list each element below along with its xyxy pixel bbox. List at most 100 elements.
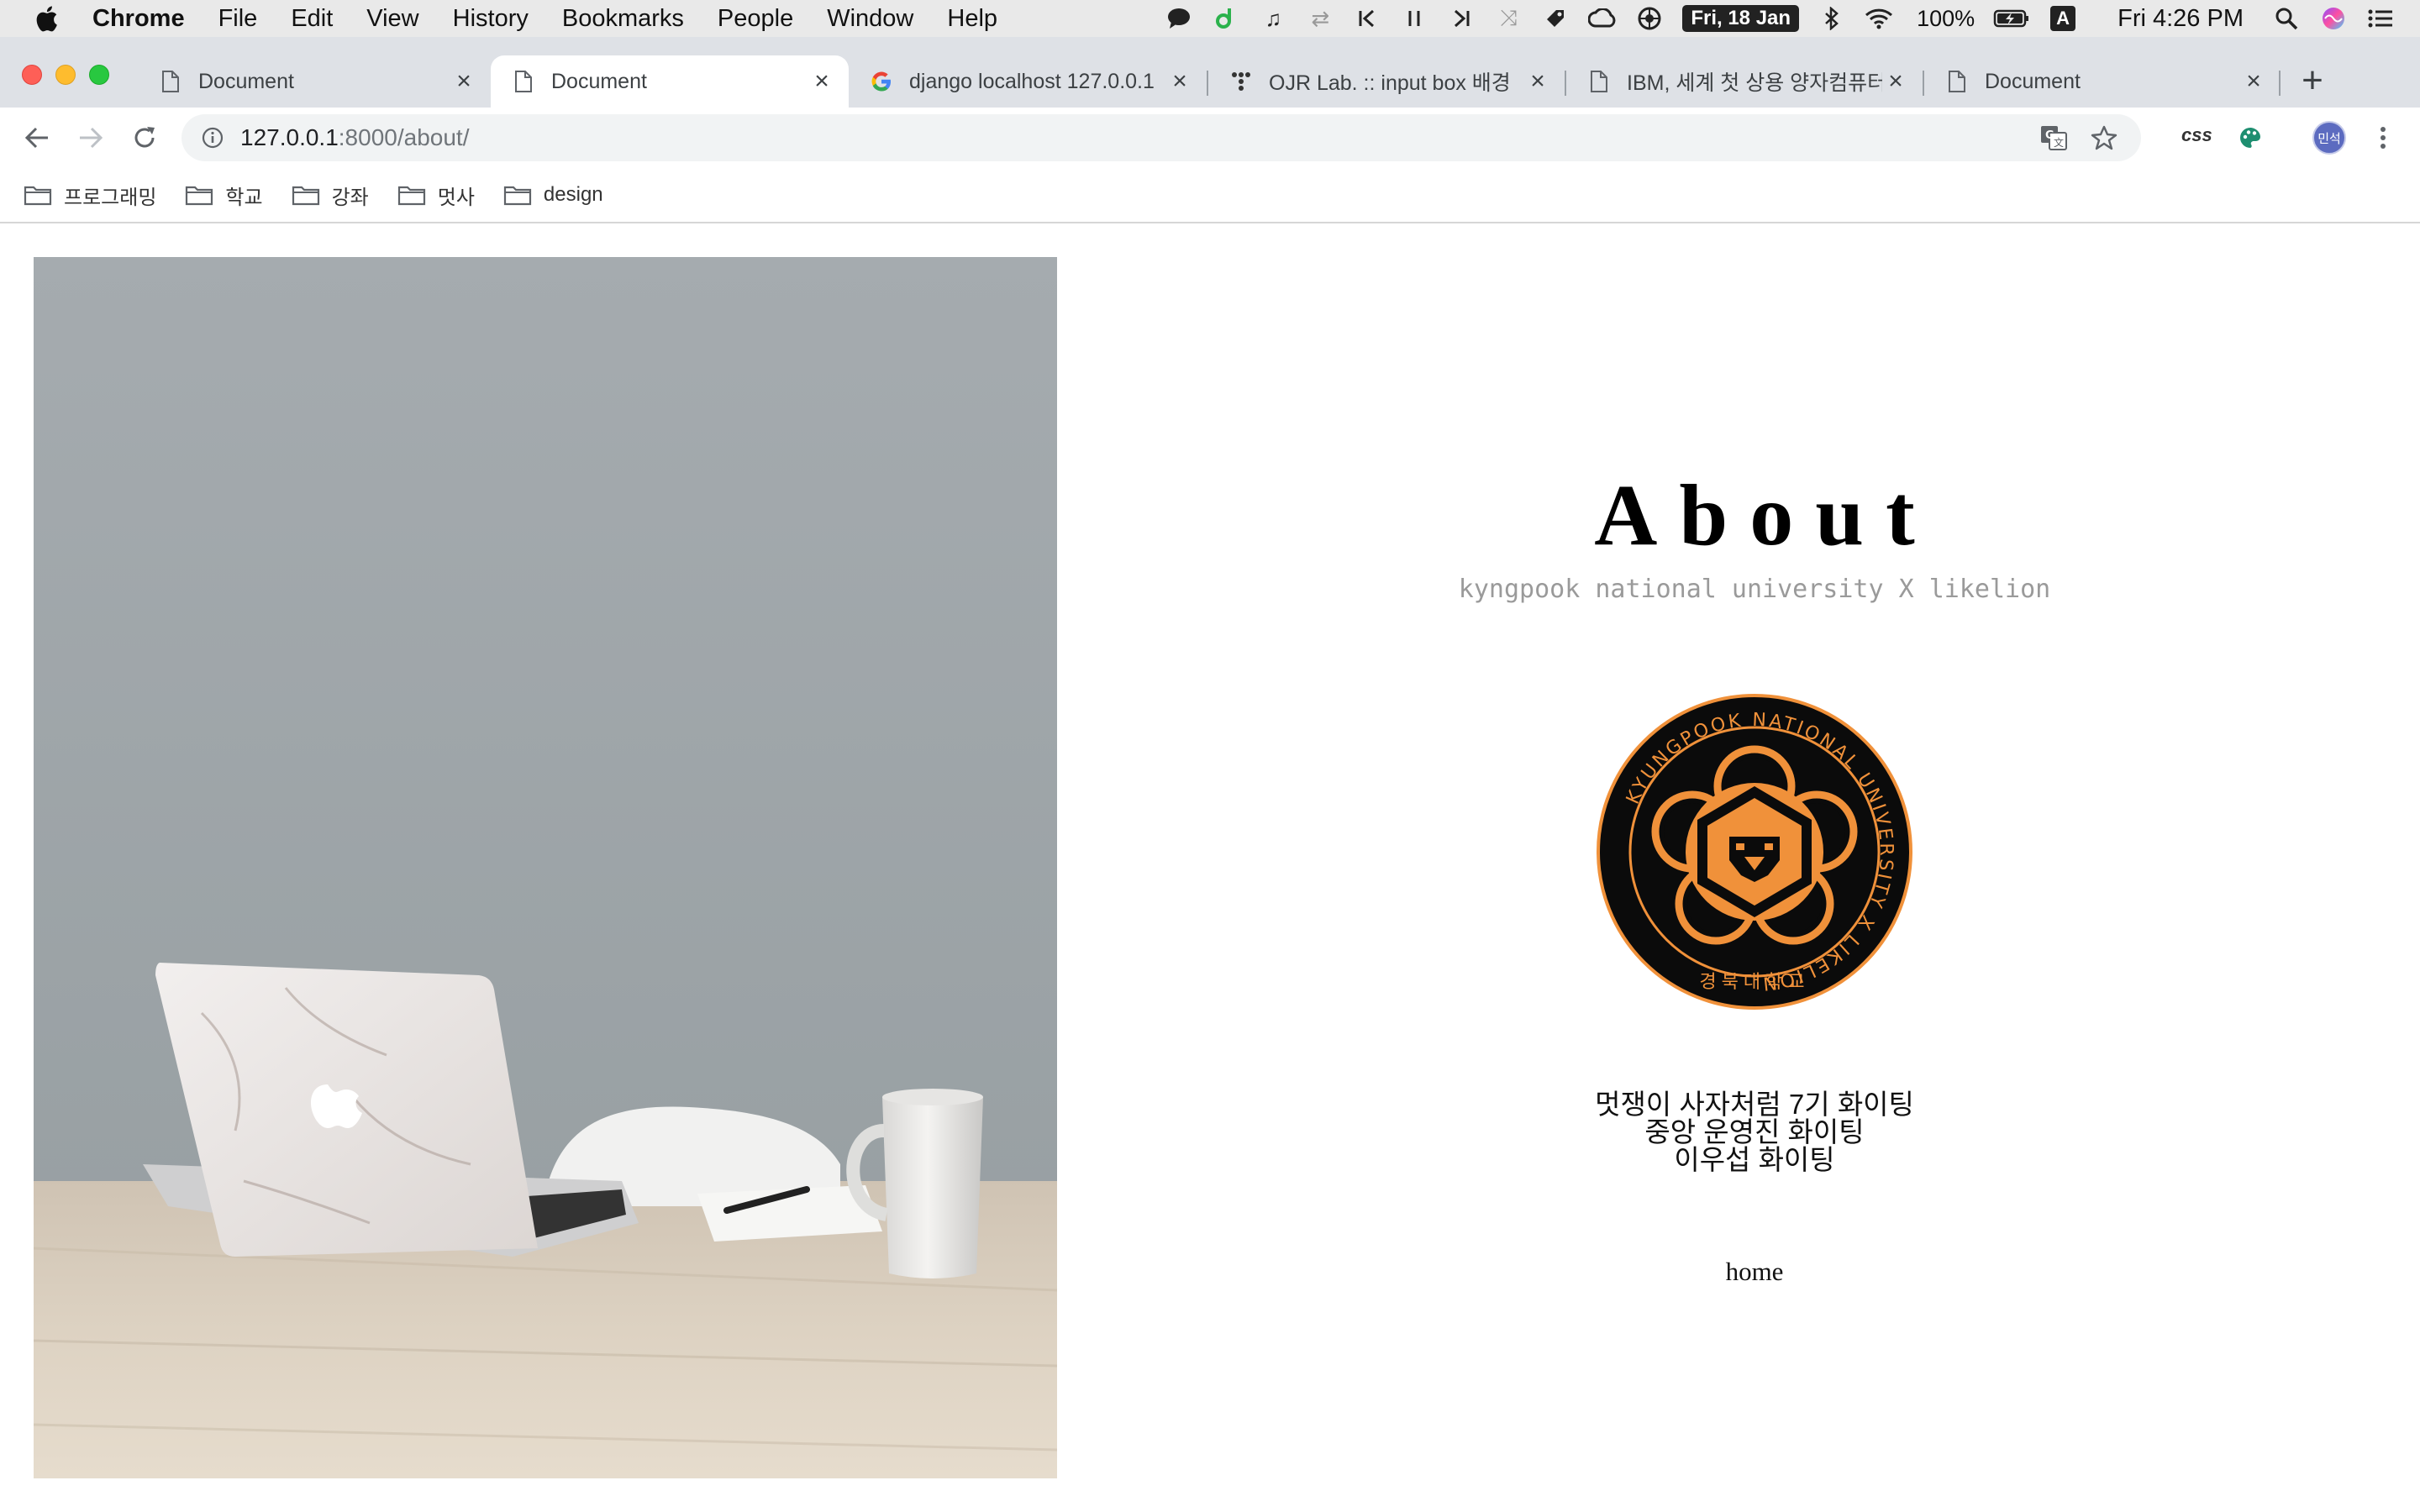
tab-close-icon[interactable]: × <box>1882 67 1909 95</box>
folder-icon <box>503 186 532 206</box>
reload-button[interactable] <box>126 119 163 156</box>
translate-icon[interactable]: G文 <box>2040 125 2067 150</box>
page-icon <box>511 69 536 94</box>
tab-close-icon[interactable]: × <box>808 67 835 95</box>
url-text[interactable]: 127.0.0.1:8000/about/ <box>240 124 469 151</box>
tab-separator <box>2279 71 2281 96</box>
svg-text:文: 文 <box>2054 136 2064 149</box>
bookmark-folder-design[interactable]: design <box>503 183 603 207</box>
page-title: About <box>1594 467 1937 564</box>
bookmark-folder-programming[interactable]: 프로그래밍 <box>24 181 156 210</box>
cheer-line: 멋쟁이 사자처럼 7기 화이팅 <box>1595 1089 1914 1120</box>
window-close-button[interactable] <box>22 65 42 85</box>
css-extension-button[interactable]: css <box>2181 124 2212 146</box>
menu-view[interactable]: View <box>366 5 418 33</box>
bookmarks-bar: 프로그래밍 학교 강좌 멋사 design <box>0 168 2420 223</box>
notification-center-icon[interactable] <box>2366 6 2395 31</box>
tab-ojr-lab[interactable]: OJR Lab. :: input box 배경 × <box>1208 55 1565 108</box>
tab-title: OJR Lab. :: input box 배경 <box>1269 71 1511 95</box>
page-viewport: About kyngpook national university X lik… <box>0 223 2420 1512</box>
bookmark-label: 강좌 <box>331 186 369 209</box>
page-icon <box>1944 69 1970 94</box>
pause-icon[interactable] <box>1400 6 1428 31</box>
previous-track-icon[interactable] <box>1353 6 1381 31</box>
bookmark-folder-likelion[interactable]: 멋사 <box>397 181 475 210</box>
bookmark-folder-school[interactable]: 학교 <box>185 181 263 210</box>
hero-photo-laptop-desk <box>34 257 1057 1478</box>
site-info-icon[interactable] <box>200 125 225 150</box>
back-button[interactable] <box>18 119 55 156</box>
bookmark-label: 학교 <box>225 186 263 209</box>
palette-extension-icon[interactable] <box>2232 119 2269 156</box>
bookmark-label: design <box>543 183 603 206</box>
lyrics-icon[interactable]: ♫ <box>1259 6 1287 31</box>
tab-close-icon[interactable]: × <box>1524 67 1551 95</box>
window-minimize-button[interactable] <box>55 65 76 85</box>
music-status-icon[interactable] <box>1212 6 1240 31</box>
folder-icon <box>24 186 52 206</box>
battery-percent[interactable]: 100% <box>1917 6 1975 32</box>
tistory-icon <box>1228 69 1254 94</box>
chrome-menu-icon[interactable] <box>2365 119 2402 156</box>
battery-charging-icon[interactable] <box>1993 6 2030 31</box>
menu-window[interactable]: Window <box>827 5 913 33</box>
input-source-badge[interactable]: A <box>2050 6 2076 31</box>
tab-title: Document <box>551 69 647 93</box>
google-icon <box>869 69 894 94</box>
bookmark-label: 멋사 <box>437 186 475 209</box>
siri-icon[interactable] <box>2319 6 2348 31</box>
tab-django-search[interactable]: django localhost 127.0.0.1 × <box>849 55 1207 108</box>
repeat-icon[interactable]: ⇄ <box>1306 6 1334 31</box>
folder-icon <box>186 186 213 206</box>
menu-app-name[interactable]: Chrome <box>92 5 185 33</box>
tab-document-3[interactable]: Document × <box>1924 55 2281 108</box>
menu-help[interactable]: Help <box>947 5 997 33</box>
profile-avatar[interactable]: 민석 <box>2312 121 2346 155</box>
shuffle-icon[interactable]: ⤨ <box>1494 5 1523 31</box>
spotlight-search-icon[interactable] <box>2272 6 2301 31</box>
date-badge[interactable]: Fri, 18 Jan <box>1682 5 1800 32</box>
menubar-clock[interactable]: Fri 4:26 PM <box>2118 5 2244 33</box>
tab-close-icon[interactable]: × <box>2240 67 2267 95</box>
macos-menu-bar: Chrome File Edit View History Bookmarks … <box>0 0 2420 37</box>
tab-ibm-news[interactable]: IBM, 세계 첫 상용 양자컴퓨터 × <box>1566 55 1923 108</box>
apple-logo-icon[interactable] <box>34 4 59 33</box>
tab-close-icon[interactable]: × <box>450 67 477 95</box>
wifi-icon[interactable] <box>1865 6 1893 31</box>
new-tab-button[interactable]: + <box>2294 60 2331 101</box>
menu-bookmarks[interactable]: Bookmarks <box>562 5 684 33</box>
page-icon <box>158 69 183 94</box>
forward-button[interactable] <box>72 119 109 156</box>
tab-document-active[interactable]: Document × <box>491 55 849 108</box>
chat-bubble-icon[interactable] <box>1165 6 1193 31</box>
address-bar[interactable]: 127.0.0.1:8000/about/ G文 <box>182 114 2141 161</box>
tab-title: Document <box>198 69 294 93</box>
aperture-icon[interactable] <box>1635 6 1664 31</box>
window-zoom-button[interactable] <box>89 65 109 85</box>
creative-cloud-icon[interactable] <box>1588 6 1617 31</box>
folder-icon <box>397 186 425 206</box>
menu-file[interactable]: File <box>218 5 258 33</box>
home-link[interactable]: home <box>1670 1257 1839 1287</box>
browser-toolbar: 127.0.0.1:8000/about/ G文 css 민석 <box>0 108 2420 168</box>
kyungpook-likelion-emblem: KYUNGPOOK NATIONAL UNIVERSITY X LIKELION… <box>1597 694 1912 1010</box>
bookmark-star-icon[interactable] <box>2091 124 2118 151</box>
menu-edit[interactable]: Edit <box>291 5 333 33</box>
url-path: :8000/about/ <box>338 124 470 150</box>
menu-history[interactable]: History <box>453 5 529 33</box>
cheer-line: 이우섭 화이팅 <box>1674 1144 1835 1175</box>
next-track-icon[interactable] <box>1447 6 1476 31</box>
tab-title: IBM, 세계 첫 상용 양자컴퓨터 <box>1627 71 1882 95</box>
menu-people[interactable]: People <box>718 5 793 33</box>
bookmark-label: 프로그래밍 <box>64 186 157 209</box>
url-host: 127.0.0.1 <box>240 124 339 150</box>
about-section: About kyngpook national university X lik… <box>1326 223 2183 1512</box>
tab-document-1[interactable]: Document × <box>138 55 491 108</box>
tag-icon[interactable] <box>1541 6 1570 31</box>
tab-close-icon[interactable]: × <box>1166 67 1193 95</box>
tab-title: Document <box>1985 69 2081 93</box>
page-icon <box>1586 69 1612 94</box>
bluetooth-icon[interactable] <box>1818 6 1846 31</box>
svg-text:경북대학교: 경북대학교 <box>1699 972 1809 993</box>
bookmark-folder-lectures[interactable]: 강좌 <box>292 181 369 210</box>
